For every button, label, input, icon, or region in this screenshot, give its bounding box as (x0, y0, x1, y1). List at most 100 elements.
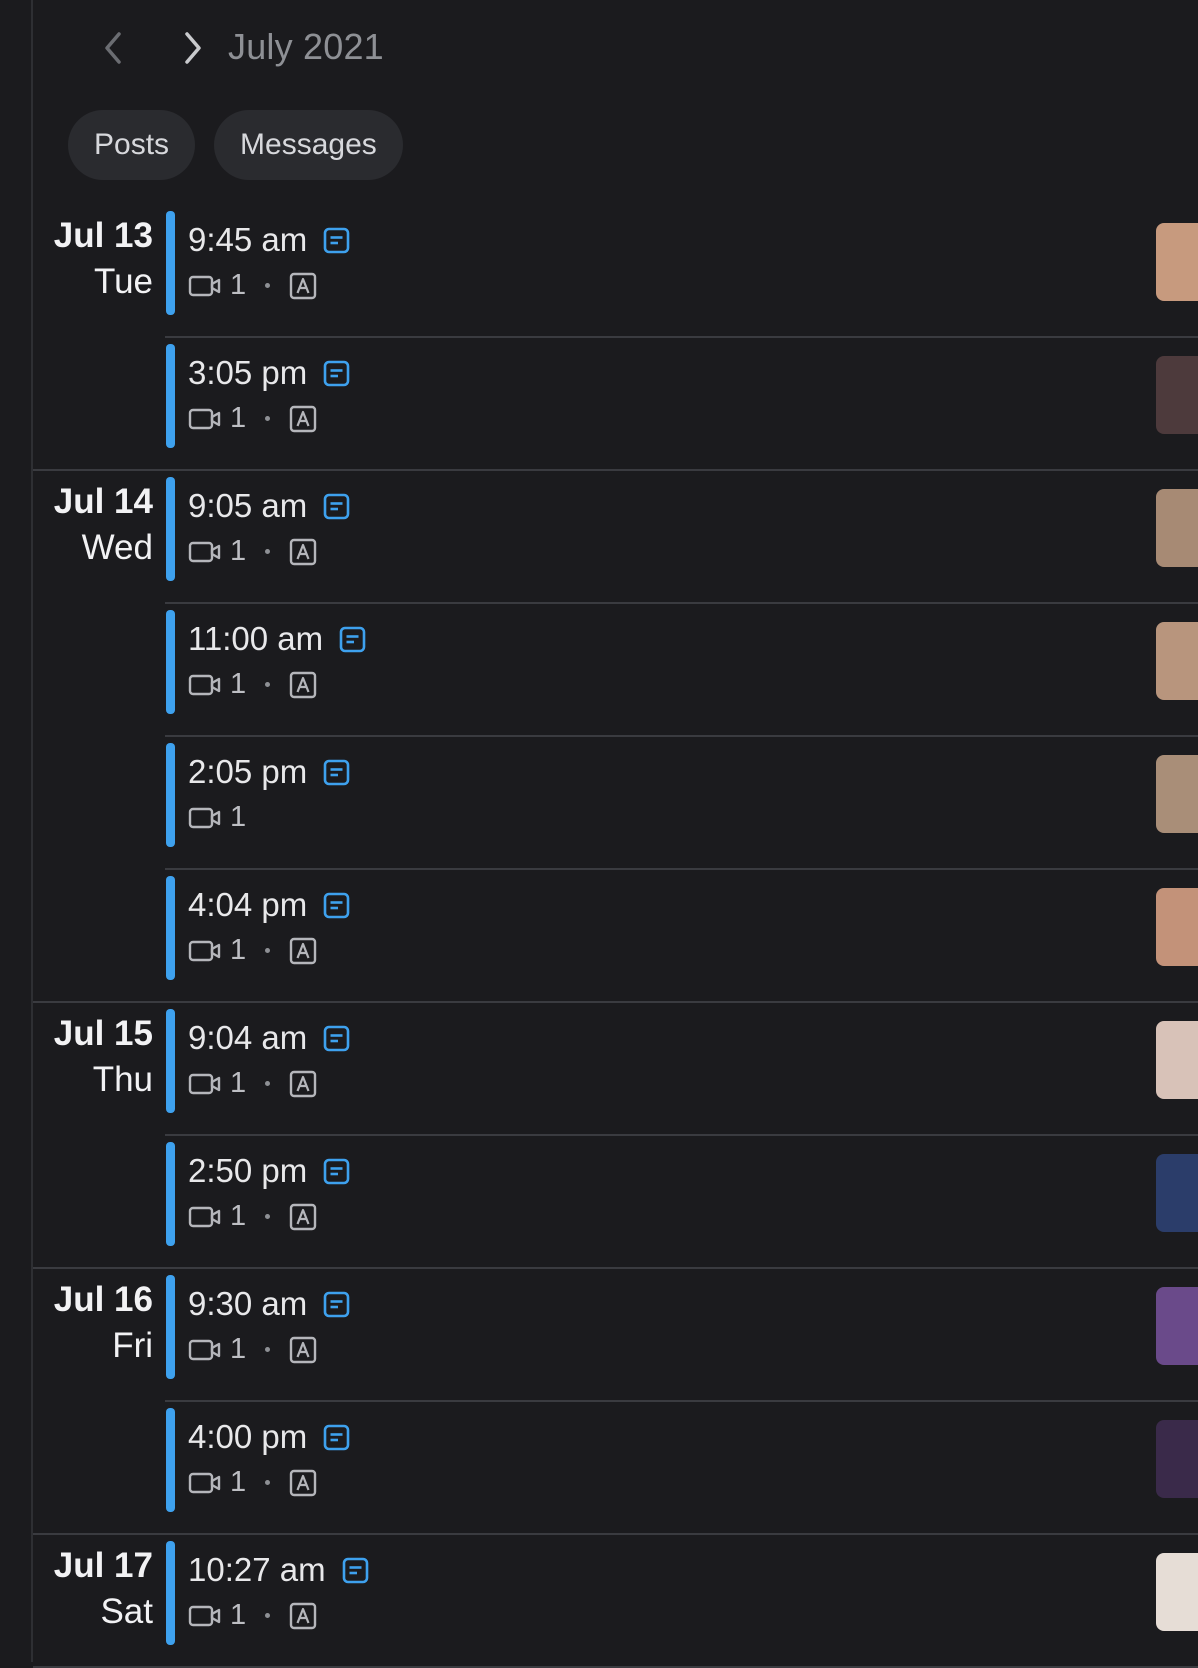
day-date: Jul 15 (53, 1014, 153, 1053)
next-month-button[interactable] (173, 28, 213, 68)
scheduled-post[interactable]: 9:05 am 1 (165, 471, 1198, 604)
day-weekday: Thu (92, 1060, 153, 1099)
event-time-row: 11:00 am (188, 620, 366, 658)
media-thumbnail[interactable] (1156, 1553, 1198, 1631)
auto-text-icon (289, 1070, 317, 1098)
auto-text-icon (289, 1469, 317, 1497)
media-thumbnail[interactable] (1156, 755, 1198, 833)
media-thumbnail[interactable] (1156, 223, 1198, 301)
media-thumbnail[interactable] (1156, 489, 1198, 567)
day-label: Jul 14 Wed (33, 479, 153, 571)
media-thumbnail[interactable] (1156, 356, 1198, 434)
scheduled-post[interactable]: 3:05 pm 1 (165, 338, 1198, 469)
media-count: 1 (230, 402, 247, 434)
scheduled-post[interactable]: 4:00 pm 1 (165, 1402, 1198, 1533)
event-meta: 1 (188, 1466, 317, 1499)
chevron-right-icon (185, 32, 201, 64)
separator-dot (265, 416, 271, 421)
post-note-icon (323, 1158, 350, 1185)
event-color-bar (166, 610, 175, 714)
filter-chips: Posts Messages (68, 110, 403, 180)
event-color-bar (166, 1541, 175, 1645)
chevron-left-icon (105, 32, 121, 64)
video-icon (188, 1604, 222, 1628)
day-group: Jul 15 Thu 9:04 am 1 2:50 pm 1 (33, 1003, 1198, 1269)
event-color-bar (166, 1009, 175, 1113)
event-time: 9:45 am (188, 221, 308, 258)
media-count: 1 (230, 934, 247, 966)
scheduled-post[interactable]: 10:27 am 1 (165, 1535, 1198, 1666)
media-thumbnail[interactable] (1156, 1021, 1198, 1099)
event-meta: 1 (188, 535, 317, 568)
post-note-icon (323, 360, 350, 387)
day-group: Jul 16 Fri 9:30 am 1 4:00 pm 1 (33, 1269, 1198, 1535)
event-color-bar (166, 876, 175, 980)
filter-chip-posts[interactable]: Posts (68, 110, 196, 180)
event-time: 9:05 am (188, 487, 308, 524)
event-color-bar (166, 1408, 175, 1512)
event-color-bar (166, 344, 175, 448)
media-count: 1 (230, 801, 247, 833)
event-time: 3:05 pm (188, 354, 308, 391)
separator-dot (265, 682, 271, 687)
separator-dot (265, 948, 271, 953)
event-time: 9:30 am (188, 1285, 308, 1322)
separator-dot (265, 283, 271, 288)
post-note-icon (323, 1025, 350, 1052)
scheduled-post[interactable]: 9:45 am 1 (165, 205, 1198, 338)
scheduled-post[interactable]: 4:04 pm 1 (165, 870, 1198, 1001)
video-icon (188, 806, 222, 830)
scheduled-post[interactable]: 9:04 am 1 (165, 1003, 1198, 1136)
day-label: Jul 15 Thu (33, 1011, 153, 1103)
media-count: 1 (230, 535, 247, 567)
day-date: Jul 14 (53, 482, 153, 521)
video-icon (188, 1072, 222, 1096)
event-time: 4:04 pm (188, 886, 308, 923)
post-note-icon (323, 227, 350, 254)
media-thumbnail[interactable] (1156, 1154, 1198, 1232)
day-label: Jul 16 Fri (33, 1277, 153, 1369)
media-thumbnail[interactable] (1156, 1420, 1198, 1498)
day-label: Jul 13 Tue (33, 213, 153, 305)
media-count: 1 (230, 1200, 247, 1232)
event-time-row: 9:30 am (188, 1285, 350, 1323)
post-note-icon (323, 759, 350, 786)
day-group: Jul 13 Tue 9:45 am 1 3:05 pm 1 (33, 205, 1198, 471)
day-label: Jul 17 Sat (33, 1543, 153, 1635)
calendar-header: July 2021 (33, 0, 1198, 100)
event-meta: 1 (188, 1200, 317, 1233)
media-thumbnail[interactable] (1156, 888, 1198, 966)
media-thumbnail[interactable] (1156, 1287, 1198, 1365)
event-time: 4:00 pm (188, 1418, 308, 1455)
media-count: 1 (230, 668, 247, 700)
scheduled-post[interactable]: 2:05 pm 1 (165, 737, 1198, 870)
scheduled-post[interactable]: 9:30 am 1 (165, 1269, 1198, 1402)
event-time-row: 2:05 pm (188, 753, 350, 791)
event-meta: 1 (188, 1599, 317, 1632)
separator-dot (265, 549, 271, 554)
media-thumbnail[interactable] (1156, 622, 1198, 700)
event-time-row: 4:00 pm (188, 1418, 350, 1456)
schedule-list: Jul 13 Tue 9:45 am 1 3:05 pm 1 Jul 14 Wed 9:05 a… (33, 205, 1198, 1668)
auto-text-icon (289, 1203, 317, 1231)
media-count: 1 (230, 1067, 247, 1099)
event-time-row: 2:50 pm (188, 1152, 350, 1190)
separator-dot (265, 1081, 271, 1086)
scheduled-post[interactable]: 11:00 am 1 (165, 604, 1198, 737)
filter-chip-messages[interactable]: Messages (214, 110, 403, 180)
event-time: 2:50 pm (188, 1152, 308, 1189)
auto-text-icon (289, 272, 317, 300)
auto-text-icon (289, 1336, 317, 1364)
auto-text-icon (289, 937, 317, 965)
event-time-row: 9:04 am (188, 1019, 350, 1057)
event-time-row: 9:45 am (188, 221, 350, 259)
auto-text-icon (289, 671, 317, 699)
day-weekday: Wed (81, 528, 153, 567)
prev-month-button[interactable] (93, 28, 133, 68)
event-time-row: 9:05 am (188, 487, 350, 525)
scheduled-post[interactable]: 2:50 pm 1 (165, 1136, 1198, 1267)
event-color-bar (166, 743, 175, 847)
day-group: Jul 14 Wed 9:05 am 1 11:00 am 1 2:05 pm 1 4:04 p… (33, 471, 1198, 1003)
media-count: 1 (230, 269, 247, 301)
video-icon (188, 540, 222, 564)
